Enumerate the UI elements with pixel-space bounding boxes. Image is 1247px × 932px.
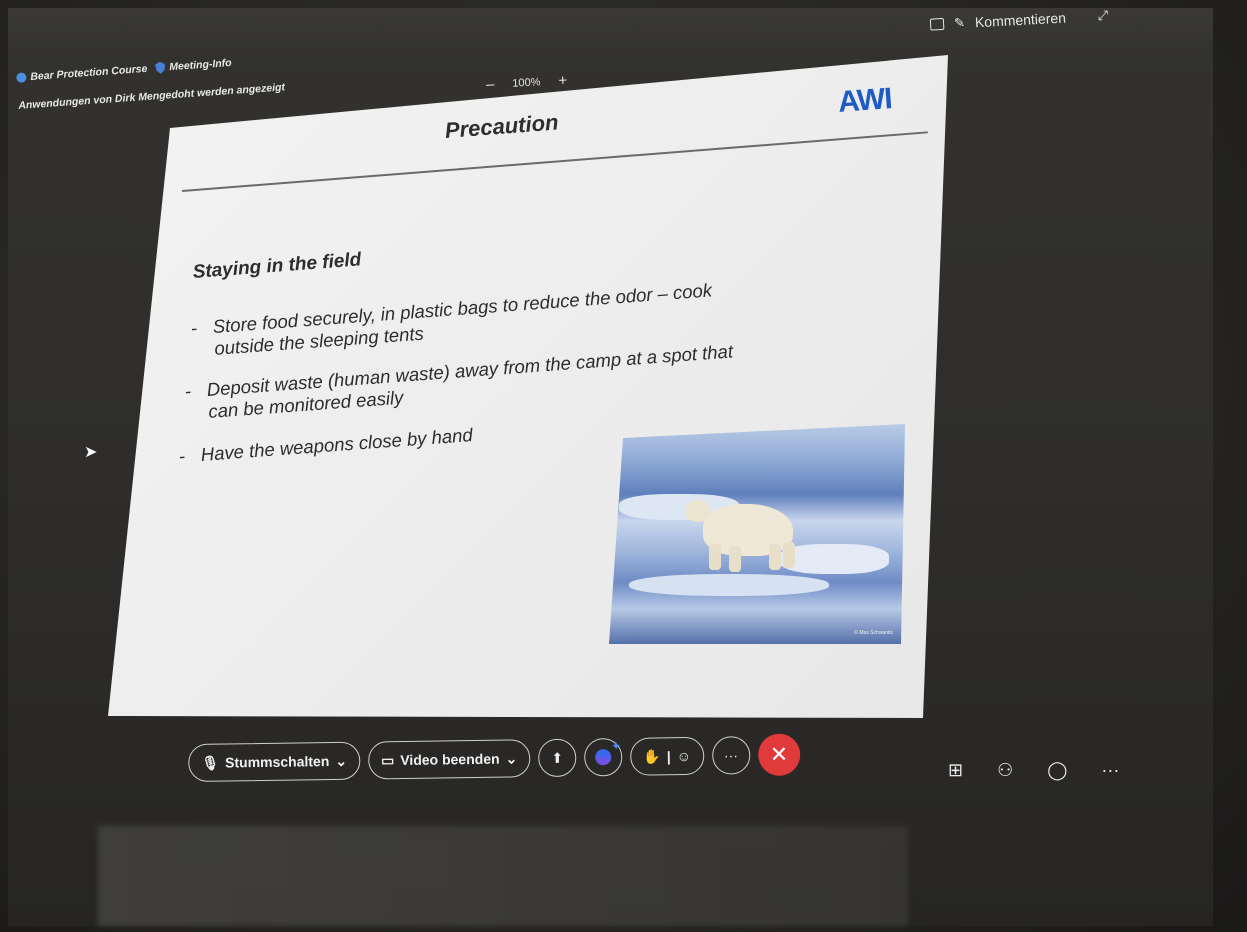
copilot-button[interactable]: ✦ [584,737,623,777]
people-icon[interactable]: ⚇ [997,760,1013,781]
reactions-button[interactable]: ✋ | ☺ [630,736,705,776]
bullet-item: - Have the weapons close by hand [178,424,474,467]
more-icon: ··· [723,747,739,764]
mute-label: Stummschalten [224,753,330,771]
apps-add-icon[interactable]: ⊞ [948,760,963,781]
slide-content: AWI Precaution Staying in the field - St… [0,0,1247,932]
slide-title: Precaution [444,109,560,143]
more-actions-button[interactable]: ··· [711,736,751,775]
emoji-icon: ☺ [676,747,692,765]
section-heading: Staying in the field [192,249,363,283]
end-call-button[interactable]: ✕ [757,733,801,777]
copilot-icon: ✦ [595,739,621,766]
chevron-down-icon: ⌄ [505,749,518,767]
video-button[interactable]: ▭ Video beenden ⌄ [367,739,531,780]
meeting-controls: 🎙 Stummschalten ⌄ ▭ Video beenden ⌄ ⬆ ✦ … [188,733,801,784]
microphone-icon: 🎙 [201,754,220,771]
side-panel-buttons: ⊞ ⚇ ◯ ··· [948,760,1119,781]
share-button[interactable]: ⬆ [538,738,577,778]
close-icon: ✕ [769,741,789,767]
foreground-blur [98,826,908,926]
share-icon: ⬆ [551,749,564,766]
polar-bear-photo: © Max Schwanitz [609,424,905,644]
mute-button[interactable]: 🎙 Stummschalten ⌄ [188,741,361,782]
chevron-down-icon: ⌄ [335,752,348,769]
camera-icon: ▭ [380,751,395,768]
title-divider [182,131,928,192]
mouse-cursor-icon: ➤ [84,444,98,461]
photo-credit: © Max Schwanitz [854,630,893,636]
more-icon[interactable]: ··· [1101,760,1119,781]
awi-logo: AWI [836,82,893,119]
video-label: Video beenden [400,750,500,769]
chat-icon[interactable]: ◯ [1047,760,1067,781]
bullet-text: Have the weapons close by hand [200,424,474,465]
raise-hand-icon: ✋ [643,747,661,765]
